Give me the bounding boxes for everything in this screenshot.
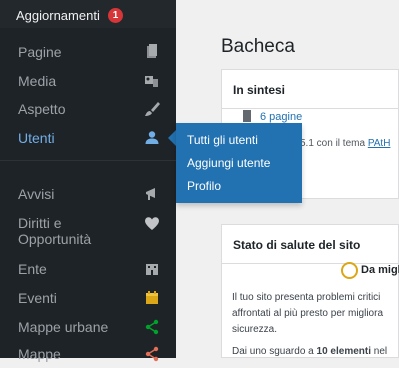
health-line-2: affrontati al più presto per migliora bbox=[232, 308, 384, 319]
active-menu-arrow bbox=[168, 130, 176, 146]
sidebar-item-notices[interactable]: Avvisi bbox=[0, 180, 176, 208]
sidebar-item-maps[interactable]: Mappe bbox=[0, 340, 176, 368]
sidebar-item-events[interactable]: Eventi bbox=[0, 284, 176, 312]
health-status-ring-icon bbox=[341, 262, 358, 279]
sidebar-item-label: Mappe urbane bbox=[18, 319, 109, 335]
sidebar-item-label: Diritti e Opportunità bbox=[18, 215, 92, 247]
health-status-label: Da migl bbox=[361, 264, 399, 276]
pages-icon bbox=[147, 44, 157, 58]
panel-title: Stato di salute del sito bbox=[233, 238, 361, 252]
sidebar-item-users[interactable]: Utenti bbox=[0, 124, 176, 152]
media-icon bbox=[145, 76, 158, 87]
page-title: Bacheca bbox=[221, 36, 295, 57]
theme-info-prefix: 5.1 con il tema bbox=[300, 138, 368, 149]
building-icon bbox=[146, 264, 158, 275]
calendar-icon bbox=[146, 291, 158, 304]
panel-header: Stato di salute del sito bbox=[222, 225, 398, 264]
health-line-4-post: nel bbox=[371, 346, 388, 357]
health-line-3: sicurezza. bbox=[232, 324, 278, 335]
submenu-item-all-users[interactable]: Tutti gli utenti bbox=[187, 133, 258, 147]
submenu-item-add-user[interactable]: Aggiungi utente bbox=[187, 156, 270, 170]
users-icon bbox=[145, 131, 159, 144]
sidebar-item-ente[interactable]: Ente bbox=[0, 255, 176, 283]
sidebar-item-label: Media bbox=[18, 73, 57, 89]
panel-title: In sintesi bbox=[233, 83, 286, 97]
users-submenu-flyout: Tutti gli utenti Aggiungi utente Profilo bbox=[176, 123, 302, 203]
health-line-1: Il tuo sito presenta problemi critici bbox=[232, 292, 381, 303]
health-line-4-pre: Dai uno sguardo a bbox=[232, 346, 317, 357]
theme-info-text: 5.1 con il tema PAtH bbox=[300, 138, 390, 149]
sidebar-item-label: Aspetto bbox=[18, 101, 66, 117]
health-line-4-bold[interactable]: 10 elementi bbox=[317, 346, 371, 357]
share-nodes-icon bbox=[145, 346, 159, 362]
update-count-badge: 1 bbox=[108, 8, 123, 23]
sidebar-item-label: Ente bbox=[18, 261, 47, 277]
sidebar-item-urban-maps[interactable]: Mappe urbane bbox=[0, 313, 176, 341]
share-nodes-icon bbox=[145, 319, 159, 335]
sidebar-item-rights[interactable]: Diritti e Opportunità bbox=[0, 209, 176, 247]
sidebar-item-label: Eventi bbox=[18, 290, 57, 306]
page-count-icon bbox=[243, 110, 251, 122]
submenu-item-profile[interactable]: Profilo bbox=[187, 179, 221, 193]
appearance-brush-icon bbox=[145, 102, 160, 116]
sidebar-separator bbox=[0, 160, 176, 161]
megaphone-icon bbox=[146, 188, 155, 200]
sidebar-item-label: Avvisi bbox=[18, 186, 55, 202]
panel-header: In sintesi bbox=[222, 70, 398, 109]
sidebar-item-label: Pagine bbox=[18, 44, 62, 60]
sidebar-item-label: Utenti bbox=[18, 130, 55, 146]
sidebar-item-media[interactable]: Media bbox=[0, 67, 176, 95]
sidebar-item-label: Mappe bbox=[18, 346, 61, 362]
sidebar-item-appearance[interactable]: Aspetto bbox=[0, 95, 176, 123]
sidebar-item-pages[interactable]: Pagine bbox=[0, 38, 176, 66]
admin-sidebar: Aggiornamenti 1 Pagine Media Aspetto Ute… bbox=[0, 0, 176, 362]
heart-icon bbox=[145, 217, 159, 230]
sidebar-item-label: Aggiornamenti bbox=[16, 8, 100, 23]
sidebar-item-updates[interactable]: Aggiornamenti 1 bbox=[0, 0, 176, 28]
theme-link[interactable]: PAtH bbox=[368, 138, 391, 149]
pages-count-link[interactable]: 6 pagine bbox=[260, 111, 302, 123]
